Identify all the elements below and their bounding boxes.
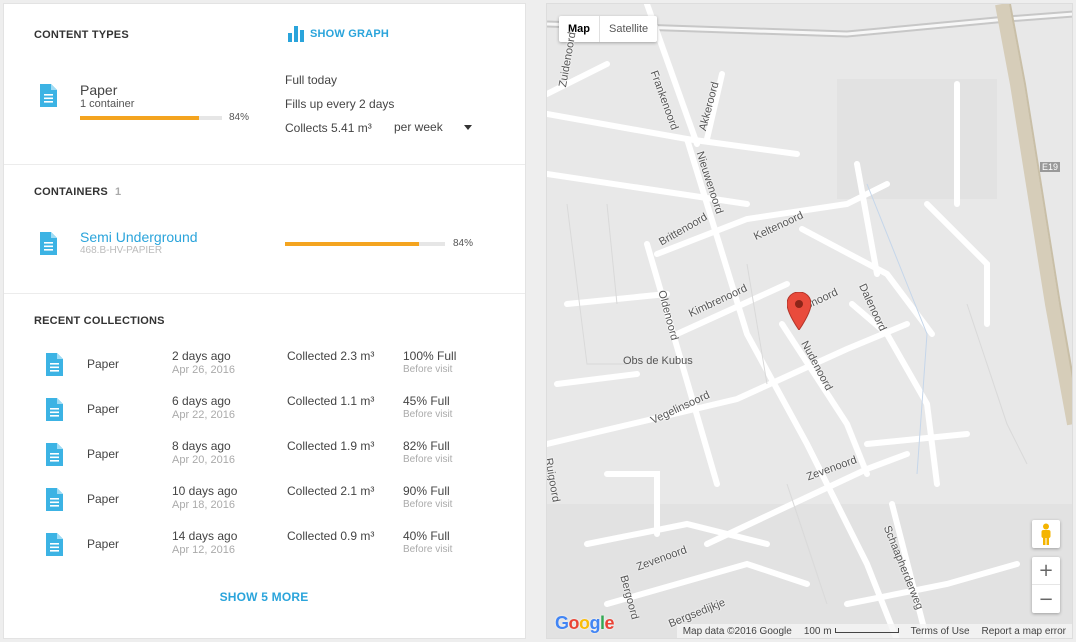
container-fill-bar <box>285 242 445 246</box>
containers-count: 1 <box>115 186 122 198</box>
collection-volume: Collected 0.9 m³ <box>287 529 375 543</box>
collection-row: Paper 14 days ago Apr 12, 2016 Collected 0.… <box>4 527 524 572</box>
collection-fill-level: 82% Full <box>403 439 450 453</box>
document-icon <box>46 488 63 511</box>
period-select-value: per week <box>394 120 443 134</box>
collection-type: Paper <box>87 447 120 461</box>
show-graph-button[interactable]: SHOW GRAPH <box>288 26 389 42</box>
content-types-section: CONTENT TYPES SHOW GRAPH Paper 1 contain… <box>4 4 525 165</box>
collection-type: Paper <box>87 492 120 506</box>
collection-volume: Collected 1.9 m³ <box>287 439 375 453</box>
document-icon <box>46 533 63 556</box>
zoom-in-button[interactable]: + <box>1032 557 1060 585</box>
collection-row: Paper 6 days ago Apr 22, 2016 Collected 1.1… <box>4 392 524 437</box>
document-icon <box>46 398 63 421</box>
collection-relative-date: 10 days ago <box>172 484 238 498</box>
content-type-name: Paper <box>80 82 118 98</box>
document-icon <box>40 232 57 255</box>
collection-fill-level: 40% Full <box>403 529 450 543</box>
collection-date: Apr 18, 2016 <box>172 499 235 511</box>
pegman-icon <box>1041 523 1051 545</box>
collection-date: Apr 26, 2016 <box>172 364 235 376</box>
document-icon <box>46 353 63 376</box>
zoom-out-button[interactable]: − <box>1032 585 1060 613</box>
collection-type: Paper <box>87 537 120 551</box>
collection-date: Apr 22, 2016 <box>172 409 235 421</box>
collection-fill-note: Before visit <box>403 364 453 375</box>
collection-fill-level: 45% Full <box>403 394 450 408</box>
collection-row: Paper 2 days ago Apr 26, 2016 Collected 2.3… <box>4 347 524 392</box>
terms-of-use-link[interactable]: Terms of Use <box>905 626 976 637</box>
collection-fill-level: 90% Full <box>403 484 450 498</box>
waste-card: CONTENT TYPES SHOW GRAPH Paper 1 contain… <box>3 3 526 639</box>
content-type-fill <box>80 116 200 120</box>
collection-volume: Collects 5.41 m³ <box>285 121 372 135</box>
containers-title: CONTAINERS <box>34 186 108 198</box>
poi-label[interactable]: Obs de Kubus <box>623 355 693 367</box>
map-scale[interactable]: 100 m <box>798 626 905 637</box>
show-graph-label: SHOW GRAPH <box>310 28 389 40</box>
map-scale-label: 100 m <box>803 625 832 637</box>
collection-fill-note: Before visit <box>403 409 453 420</box>
map-data-attribution: Map data ©2016 Google <box>682 625 792 637</box>
content-type-fill-bar <box>80 116 222 120</box>
collection-relative-date: 2 days ago <box>172 349 231 363</box>
collection-relative-date: 8 days ago <box>172 439 231 453</box>
containers-section: CONTAINERS 1 Semi Underground 468.B-HV-P… <box>4 165 525 294</box>
document-icon <box>46 443 63 466</box>
collection-fill-note: Before visit <box>403 544 453 555</box>
recent-collections-title: RECENT COLLECTIONS <box>34 315 165 327</box>
map-footer: Map data ©2016 Google 100 m Terms of Use… <box>676 624 1072 638</box>
collection-fill-note: Before visit <box>403 499 453 510</box>
map[interactable]: Map Satellite Zuidenoord Frankenoord Akk… <box>546 3 1073 639</box>
container-fill <box>285 242 420 246</box>
zoom-control: + − <box>1032 557 1060 613</box>
scale-bar <box>834 628 899 634</box>
collection-type: Paper <box>87 357 120 371</box>
highway-shield: E19 <box>1040 162 1061 172</box>
collection-date: Apr 20, 2016 <box>172 454 235 466</box>
collection-relative-date: 6 days ago <box>172 394 231 408</box>
map-pin-icon[interactable] <box>787 292 811 330</box>
content-type-container-count: 1 container <box>80 98 135 110</box>
google-logo[interactable]: Google <box>555 613 615 634</box>
fill-status: Full today <box>285 73 338 87</box>
collection-relative-date: 14 days ago <box>172 529 238 543</box>
content-type-fill-percent: 84% <box>229 112 250 123</box>
bar-chart-icon <box>288 26 304 42</box>
container-id: 468.B-HV-PAPIER <box>80 245 163 256</box>
collection-row: Paper 8 days ago Apr 20, 2016 Collected 1.9… <box>4 437 524 482</box>
collection-row: Paper 10 days ago Apr 18, 2016 Collected 2.… <box>4 482 524 527</box>
collection-volume: Collected 2.3 m³ <box>287 349 375 363</box>
street-view-pegman[interactable] <box>1032 520 1060 548</box>
collection-fill-note: Before visit <box>403 454 453 465</box>
content-types-title: CONTENT TYPES <box>34 29 129 41</box>
collection-fill-level: 100% Full <box>403 349 457 363</box>
map-type-satellite-button[interactable]: Satellite <box>600 16 657 42</box>
caret-down-icon <box>464 124 472 130</box>
document-icon <box>40 84 57 107</box>
container-fill-percent: 84% <box>453 238 474 249</box>
collection-type: Paper <box>87 402 120 416</box>
collection-volume: Collected 1.1 m³ <box>287 394 375 408</box>
show-more-button[interactable]: SHOW 5 MORE <box>4 590 524 604</box>
collection-date: Apr 12, 2016 <box>172 544 235 556</box>
fill-frequency: Fills up every 2 days <box>285 97 395 111</box>
container-name-link[interactable]: Semi Underground <box>80 229 198 245</box>
report-map-error-link[interactable]: Report a map error <box>976 626 1072 637</box>
period-select[interactable]: per week <box>394 120 472 134</box>
collection-volume: Collected 2.1 m³ <box>287 484 375 498</box>
